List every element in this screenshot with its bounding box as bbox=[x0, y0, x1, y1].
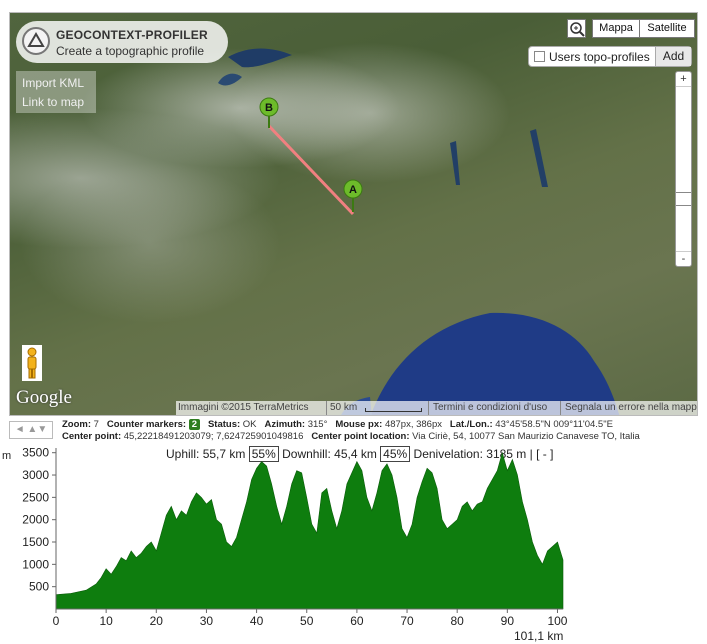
zoom-slider[interactable]: + - bbox=[675, 71, 692, 267]
y-tick-label: 500 bbox=[29, 580, 49, 594]
info-line-2: Center point: 45,22218491203079; 7,62472… bbox=[62, 431, 640, 442]
app-title: GEOCONTEXT-PROFILER bbox=[56, 28, 208, 42]
import-kml-link[interactable]: Import KML bbox=[22, 76, 84, 90]
marker-b[interactable]: B bbox=[259, 97, 279, 128]
lake bbox=[228, 48, 292, 68]
x-tick-label: 100 bbox=[547, 614, 567, 628]
y-tick-label: 2000 bbox=[22, 513, 49, 527]
y-tick-label: 2500 bbox=[22, 490, 49, 504]
marker-a-label: A bbox=[349, 184, 357, 196]
users-topo-profiles-control: Users topo-profiles Add bbox=[528, 46, 692, 67]
app-logo-box[interactable]: GEOCONTEXT-PROFILER Create a topographic… bbox=[16, 21, 228, 63]
users-topo-profiles-checkbox[interactable] bbox=[534, 51, 545, 62]
users-topo-profiles-label: Users topo-profiles bbox=[549, 50, 650, 64]
magnifier-plus-icon bbox=[570, 22, 585, 37]
x-tick-label: 60 bbox=[350, 614, 364, 628]
lake bbox=[450, 141, 460, 185]
add-profile-button[interactable]: Add bbox=[655, 47, 691, 66]
zoom-slider-handle[interactable] bbox=[676, 192, 691, 206]
lake bbox=[530, 129, 548, 187]
y-tick-label: 1500 bbox=[22, 535, 49, 549]
y-tick-label: 3500 bbox=[22, 446, 49, 460]
map-type-mappa[interactable]: Mappa bbox=[592, 19, 640, 38]
zoom-value: 7 bbox=[93, 419, 99, 430]
x-tick-label: 80 bbox=[451, 614, 465, 628]
scale-bar: 50 km bbox=[326, 401, 425, 415]
kml-panel: Import KML Link to map bbox=[16, 71, 96, 113]
terms-link[interactable]: Termini e condizioni d'uso bbox=[428, 401, 547, 415]
zoom-in-button[interactable]: + bbox=[676, 72, 691, 86]
profile-route-line bbox=[267, 124, 355, 216]
triangle-icon bbox=[27, 32, 45, 47]
center-location-value: Via Ciriè, 54, 10077 San Maurizio Canave… bbox=[412, 431, 640, 442]
pegman-icon bbox=[27, 347, 37, 379]
mouse-px-value: 487px, 386px bbox=[384, 419, 442, 430]
map-overlay: B A bbox=[218, 48, 620, 415]
profile-chart: 500 1000 1500 2000 2500 3000 3500 0 10 20 30 40 50 60… bbox=[22, 446, 568, 628]
x-tick-label: 40 bbox=[250, 614, 264, 628]
x-tick-label: 10 bbox=[99, 614, 113, 628]
satellite-map[interactable]: B A GEOCONTEXT-PROFILER Create a topogra… bbox=[9, 12, 698, 416]
x-tick-label: 20 bbox=[150, 614, 164, 628]
x-tick-label: 90 bbox=[501, 614, 515, 628]
map-type-satellite[interactable]: Satellite bbox=[639, 19, 695, 38]
counter-markers-badge: 2 bbox=[188, 419, 201, 430]
zoom-out-button[interactable]: - bbox=[676, 252, 691, 266]
x-tick-label: 70 bbox=[400, 614, 414, 628]
app-logo-icon bbox=[22, 27, 50, 55]
app-subtitle: Create a topographic profile bbox=[56, 44, 205, 58]
street-view-pegman[interactable] bbox=[22, 345, 42, 381]
status-value: OK bbox=[242, 419, 257, 430]
y-tick-label: 3000 bbox=[22, 468, 49, 482]
link-to-map-link[interactable]: Link to map bbox=[22, 95, 84, 109]
imagery-attribution: Immagini ©2015 TerraMetrics bbox=[178, 402, 309, 413]
elevation-area bbox=[55, 451, 564, 610]
nav-arrows[interactable]: ◄ ▲▼ bbox=[9, 421, 53, 439]
report-error-link[interactable]: Segnala un errore nella mappa bbox=[560, 401, 697, 415]
zoom-box-button[interactable] bbox=[567, 19, 586, 38]
marker-b-label: B bbox=[265, 102, 273, 114]
x-tick-label: 0 bbox=[53, 614, 60, 628]
lake bbox=[218, 73, 242, 86]
elevation-profile[interactable]: m Uphill: 55,7 km 55% Downhill: 45,4 km … bbox=[0, 446, 707, 644]
y-tick-label: 1000 bbox=[22, 557, 49, 571]
total-distance: 101,1 km bbox=[514, 629, 564, 643]
azimuth-value: 315° bbox=[307, 419, 328, 430]
x-tick-label: 30 bbox=[200, 614, 214, 628]
google-logo: Google bbox=[16, 387, 72, 408]
info-line-1: Zoom: 7 Counter markers: 2 Status: OK Az… bbox=[62, 419, 613, 430]
lat-lon-value: 43°45'58.5"N 009°11'04.5"E bbox=[495, 419, 613, 430]
center-point-value: 45,22218491203079; 7,624725901049816 bbox=[123, 431, 304, 442]
x-tick-label: 50 bbox=[300, 614, 314, 628]
map-attribution-bar: Immagini ©2015 TerraMetrics 50 km Termin… bbox=[176, 401, 697, 415]
info-panel: ◄ ▲▼ Zoom: 7 Counter markers: 2 Status: … bbox=[9, 418, 699, 444]
